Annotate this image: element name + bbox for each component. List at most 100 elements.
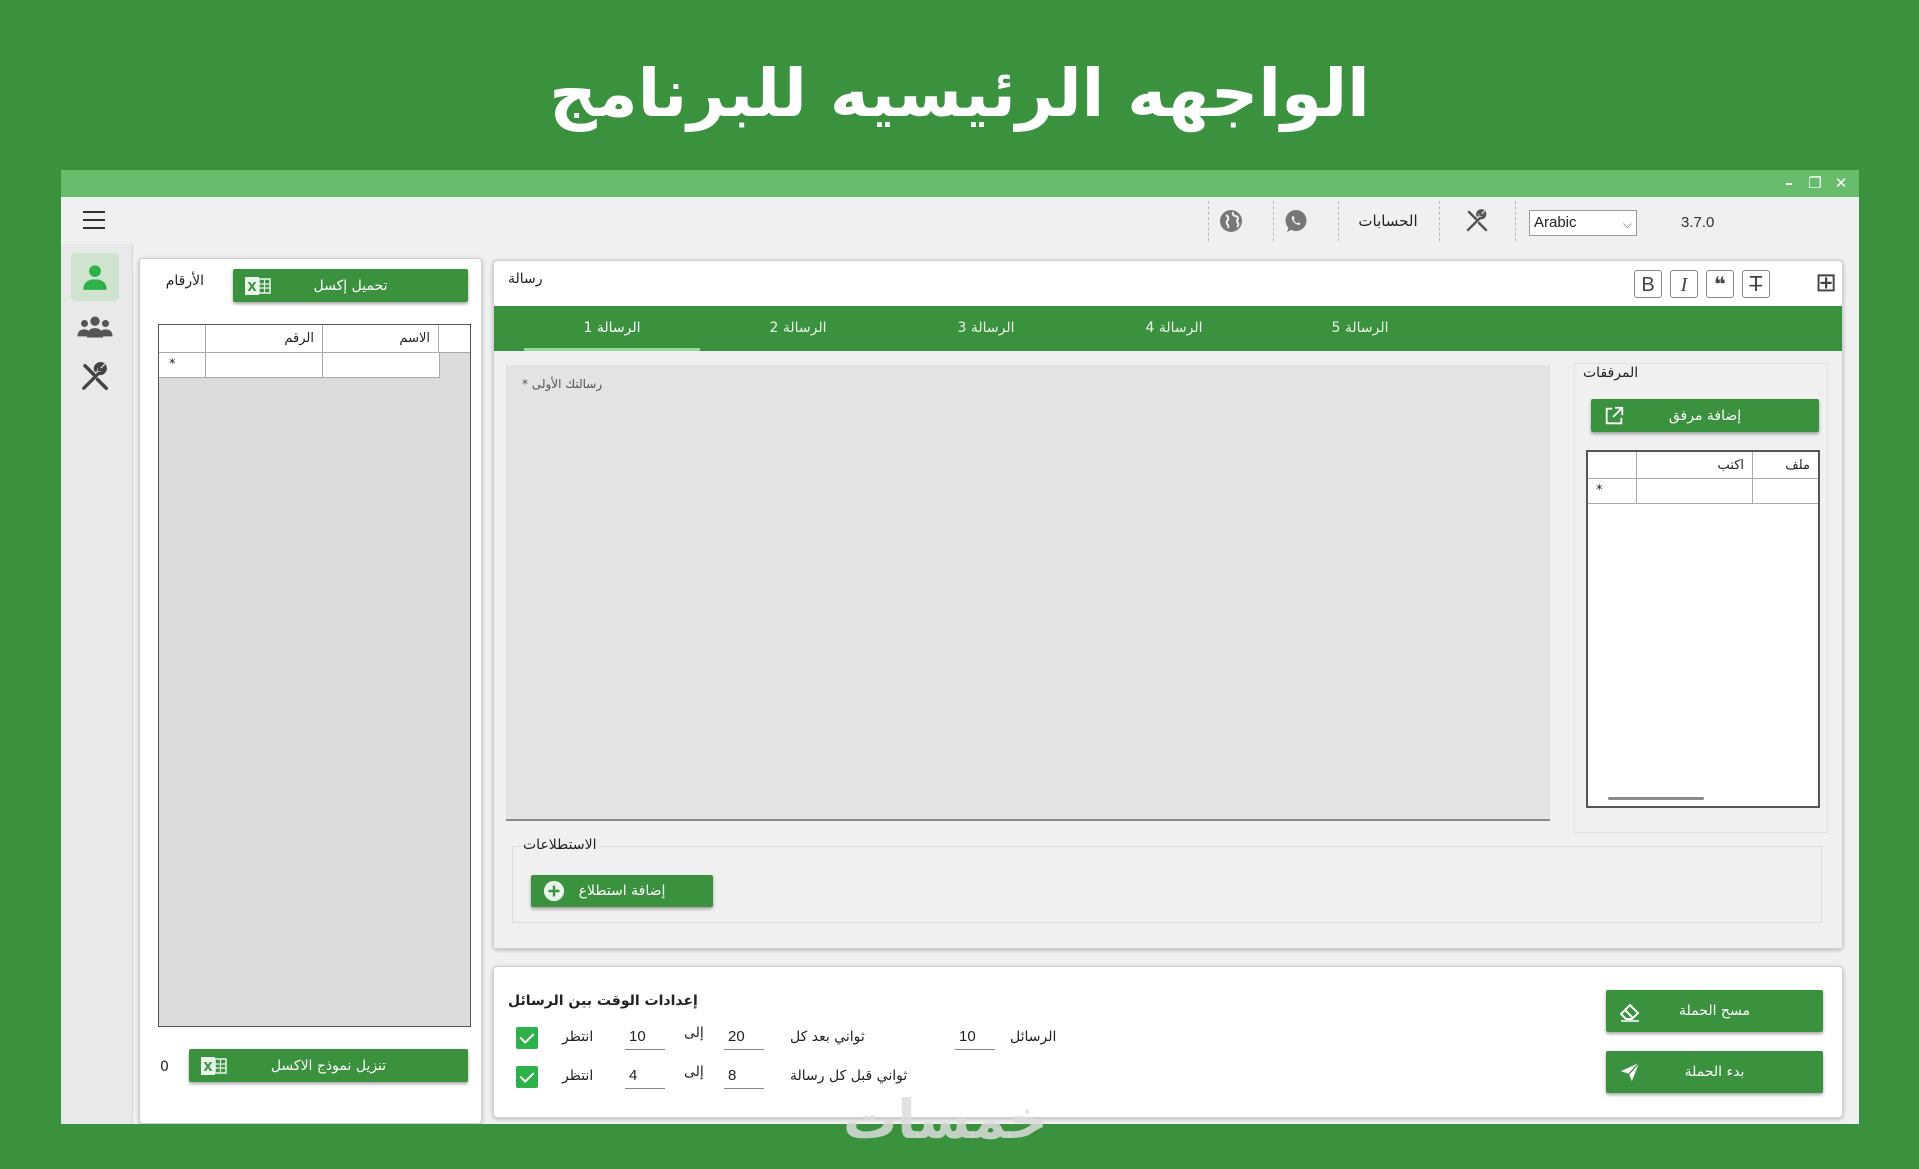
bold-button[interactable]: B: [1634, 270, 1662, 298]
toolbar: الحسابات Arabic ⌵ 3.7.0: [61, 197, 1859, 244]
message-panel: رسالة B I ❝ T̶ ⊞ الرسالة 1 الرسالة 2 الر…: [493, 260, 1843, 949]
add-poll-button[interactable]: إضافة استطلاع: [531, 875, 713, 907]
tab-message-1[interactable]: الرسالة 1: [524, 306, 700, 351]
timing-title: إعدادات الوقت بين الرسائل: [508, 993, 698, 1009]
wait-before-to-input[interactable]: 8: [724, 1063, 764, 1089]
grid-header: الرقم الاسم: [159, 325, 470, 353]
add-attachment-button[interactable]: إضافة مرفق: [1591, 399, 1819, 432]
column-header-type[interactable]: اكتب: [1636, 452, 1752, 479]
polls-title: الاستطلاعات: [521, 837, 599, 853]
table-cell[interactable]: [205, 353, 322, 378]
timing-panel: إعدادات الوقت بين الرسائل انتظر 10 إلى 2…: [493, 966, 1843, 1118]
external-link-icon: [1605, 406, 1624, 424]
wait-before-checkbox[interactable]: [516, 1066, 538, 1088]
wait-after-checkbox[interactable]: [516, 1027, 538, 1049]
italic-button[interactable]: I: [1670, 270, 1698, 298]
attachments-section: المرفقات إضافة مرفق اكتب ملف *: [1574, 363, 1828, 833]
message-tabs: الرسالة 1 الرسالة 2 الرسالة 3 الرسالة 4 …: [494, 306, 1842, 351]
toolbar-divider: [1208, 201, 1209, 241]
wait-label: انتظر: [562, 1029, 594, 1045]
messages-count-input[interactable]: 10: [955, 1024, 995, 1050]
sidebar-item-contacts[interactable]: [71, 253, 119, 301]
load-excel-button[interactable]: X تحميل إكسل: [233, 269, 468, 302]
numbers-count: 0: [160, 1059, 169, 1075]
table-row[interactable]: *: [1588, 479, 1818, 504]
menu-icon[interactable]: [83, 211, 105, 229]
tab-message-5[interactable]: الرسالة 5: [1272, 306, 1448, 351]
wait-label: انتظر: [562, 1068, 594, 1084]
download-template-button[interactable]: X تنزيل نموذج الاكسل: [189, 1049, 468, 1082]
tools-icon[interactable]: [1465, 209, 1489, 233]
messages-label: الرسائل: [1010, 1029, 1057, 1045]
toolbar-divider: [1515, 201, 1516, 241]
polls-section: الاستطلاعات إضافة استطلاع: [512, 837, 1822, 923]
tab-message-4[interactable]: الرسالة 4: [1086, 306, 1262, 351]
language-select[interactable]: Arabic ⌵: [1529, 210, 1637, 236]
restore-button[interactable]: ❐: [1805, 173, 1825, 193]
globe-icon[interactable]: [1219, 209, 1243, 233]
eraser-icon: [1619, 1003, 1640, 1022]
svg-text:X: X: [203, 1060, 213, 1074]
excel-icon: X: [201, 1056, 227, 1075]
toolbar-divider: [1439, 201, 1440, 241]
add-poll-label: إضافة استطلاع: [578, 883, 666, 899]
table-cell[interactable]: [1752, 479, 1818, 504]
numbers-title: الأرقام: [165, 273, 204, 289]
quote-button[interactable]: ❝: [1706, 270, 1734, 298]
add-message-button[interactable]: ⊞: [1812, 270, 1840, 298]
table-cell[interactable]: [322, 353, 439, 378]
wait-after-to-input[interactable]: 20: [724, 1024, 764, 1050]
toolbar-divider: [1338, 201, 1339, 241]
new-row-marker: *: [169, 357, 176, 372]
start-campaign-button[interactable]: بدء الحملة: [1606, 1051, 1823, 1093]
close-button[interactable]: ✕: [1831, 173, 1851, 193]
sidebar: [61, 244, 133, 1124]
clear-campaign-label: مسح الحملة: [1679, 1003, 1750, 1019]
grid-header: اكتب ملف: [1588, 452, 1818, 479]
horizontal-scrollbar[interactable]: [1608, 797, 1704, 800]
column-header-name[interactable]: الاسم: [322, 325, 439, 353]
message-title: رسالة: [508, 271, 543, 287]
table-cell[interactable]: [1636, 479, 1752, 504]
hero-title: الواجهه الرئيسيه للبرنامج: [549, 55, 1370, 132]
to-label: إلى: [684, 1025, 704, 1041]
tab-message-3[interactable]: الرسالة 3: [898, 306, 1074, 351]
numbers-panel: الأرقام X تحميل إكسل الرقم الاسم * 0 X ت…: [139, 258, 482, 1124]
message-placeholder: رسالتك الأولى *: [522, 377, 603, 391]
group-icon: [77, 316, 113, 338]
attachments-title: المرفقات: [1583, 365, 1639, 381]
seconds-before-label: ثواني قبل كل رسالة: [790, 1068, 908, 1084]
attachments-grid[interactable]: اكتب ملف *: [1586, 450, 1820, 808]
format-toolbar: B I ❝ T̶: [1634, 270, 1774, 298]
start-campaign-label: بدء الحملة: [1684, 1064, 1745, 1080]
tab-message-2[interactable]: الرسالة 2: [710, 306, 886, 351]
chevron-down-icon: ⌵: [1622, 217, 1632, 231]
add-attachment-label: إضافة مرفق: [1668, 407, 1742, 424]
excel-icon: X: [245, 276, 271, 295]
message-body: رسالتك الأولى * المرفقات إضافة مرفق اكتب…: [494, 351, 1842, 948]
toolbar-divider: [1273, 201, 1274, 241]
send-icon: [1620, 1062, 1640, 1082]
watermark: خمسات: [843, 1088, 1048, 1151]
table-row[interactable]: *: [159, 353, 440, 378]
load-excel-label: تحميل إكسل: [313, 277, 388, 294]
sidebar-item-groups[interactable]: [71, 303, 119, 351]
column-header-number[interactable]: الرقم: [205, 325, 322, 353]
download-template-label: تنزيل نموذج الاكسل: [270, 1057, 387, 1074]
minimize-button[interactable]: –: [1779, 173, 1799, 193]
sidebar-item-settings[interactable]: [71, 353, 119, 401]
message-textarea[interactable]: رسالتك الأولى *: [506, 365, 1550, 821]
column-header-file[interactable]: ملف: [1752, 452, 1818, 479]
clear-campaign-button[interactable]: مسح الحملة: [1606, 990, 1823, 1032]
new-row-marker: *: [1596, 483, 1603, 498]
user-icon: [83, 265, 107, 290]
wait-before-from-input[interactable]: 4: [625, 1063, 665, 1089]
svg-text:X: X: [247, 280, 257, 294]
accounts-button[interactable]: الحسابات: [1343, 212, 1433, 230]
numbers-grid[interactable]: الرقم الاسم *: [158, 324, 471, 1027]
to-label: إلى: [684, 1064, 704, 1080]
strikethrough-button[interactable]: T̶: [1742, 270, 1770, 298]
wait-after-from-input[interactable]: 10: [625, 1024, 665, 1050]
language-value: Arabic: [1534, 214, 1577, 231]
whatsapp-icon[interactable]: [1284, 209, 1308, 233]
